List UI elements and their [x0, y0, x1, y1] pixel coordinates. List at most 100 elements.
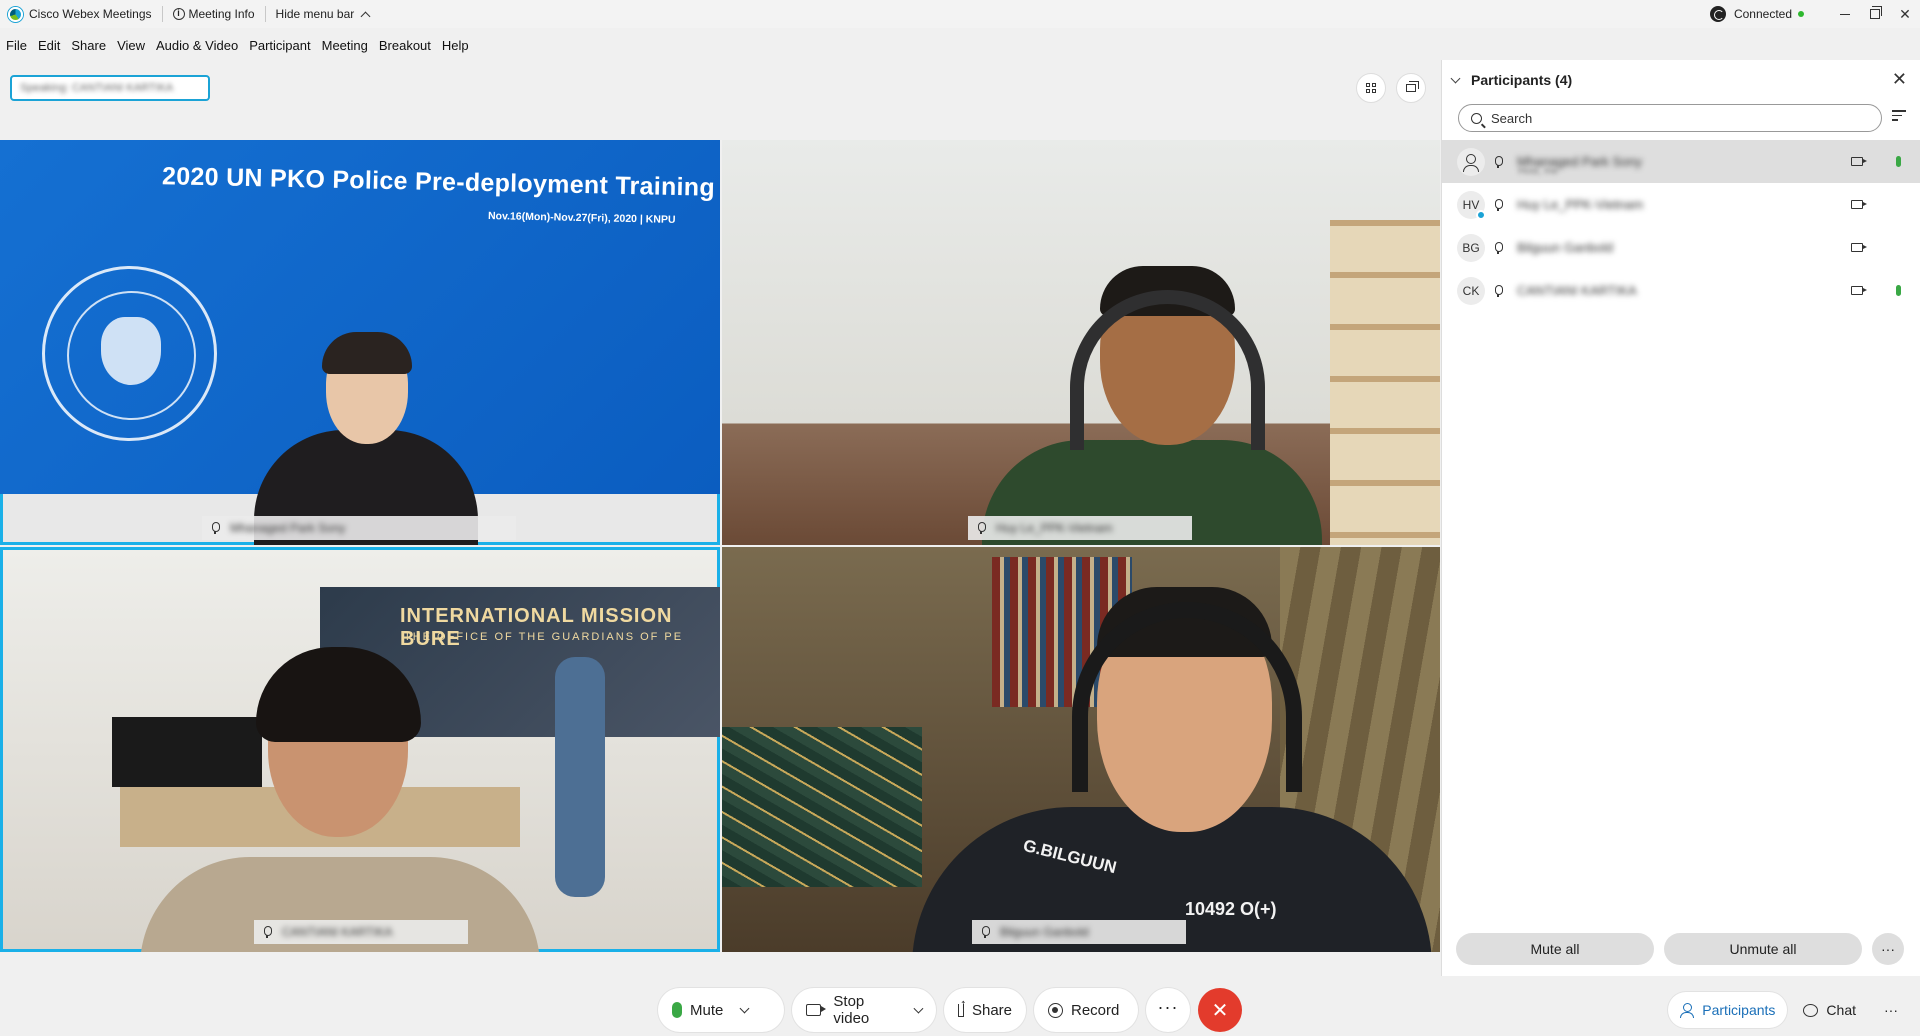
video-icon	[1851, 157, 1867, 166]
menu-help[interactable]: Help	[442, 38, 469, 53]
menu-meeting[interactable]: Meeting	[322, 38, 368, 53]
tab-chat-label: Chat	[1826, 1002, 1856, 1018]
record-button[interactable]: Record	[1034, 988, 1138, 1032]
record-label: Record	[1071, 1001, 1120, 1019]
close-window-button[interactable]: ✕	[1890, 0, 1920, 28]
avatar: CK	[1457, 276, 1485, 305]
end-meeting-button[interactable]: ✕	[1198, 988, 1242, 1032]
stop-video-button[interactable]: Stop video	[792, 988, 936, 1032]
microphone-icon	[672, 1002, 682, 1018]
menu-share[interactable]: Share	[71, 38, 106, 53]
meeting-controls: Mute Stop video Share Record ··· ✕	[658, 988, 1242, 1032]
webex-logo-icon	[8, 6, 23, 22]
camera-icon	[806, 1004, 827, 1016]
video-tile-2[interactable]: Huy Le_PPK-Vietnam	[722, 140, 1440, 545]
participants-header[interactable]: Participants (4) ✕	[1442, 60, 1920, 100]
wall-sign-subtext: THE OFFICE OF THE GUARDIANS OF PE	[404, 631, 684, 643]
search-icon	[1471, 112, 1482, 124]
chevron-down-icon[interactable]	[739, 1003, 750, 1013]
hide-menu-bar-button[interactable]: Hide menu bar	[275, 7, 371, 21]
share-button[interactable]: Share	[944, 988, 1026, 1032]
mute-all-button[interactable]: Mute all	[1456, 933, 1654, 965]
participants-title: Participants (4)	[1471, 72, 1573, 88]
close-panel-button[interactable]: ✕	[1892, 69, 1907, 90]
headset	[1070, 290, 1265, 450]
record-icon	[1048, 1002, 1063, 1018]
avatar-initials: CK	[1462, 283, 1480, 298]
avatar	[1457, 147, 1485, 176]
tab-chat[interactable]: Chat	[1791, 992, 1868, 1028]
mic-icon	[1493, 241, 1503, 254]
layout-grid-button[interactable]	[1356, 73, 1386, 103]
avatar: BG	[1457, 233, 1485, 262]
menu-edit[interactable]: Edit	[38, 38, 60, 53]
participant-name: Huy Le_PPK-Vietnam	[996, 521, 1113, 535]
video-tile-1[interactable]: 2020 UN PKO Police Pre-deployment Traini…	[0, 140, 720, 545]
active-mic-icon	[1896, 285, 1901, 296]
popout-button[interactable]	[1396, 73, 1426, 103]
chevron-down-icon[interactable]	[1450, 73, 1461, 83]
participant-row[interactable]: Mhanaged Park Sony Host, me	[1442, 140, 1920, 183]
video-tile-3[interactable]: INTERNATIONAL MISSION BURE THE OFFICE OF…	[0, 547, 720, 952]
stop-video-label: Stop video	[833, 993, 870, 1027]
menu-audio-video[interactable]: Audio & Video	[156, 38, 238, 53]
participant-name-tag: CANTIANI KARTIKA	[254, 920, 468, 944]
more-panels-button[interactable]: ···	[1872, 992, 1910, 1028]
bed	[722, 727, 922, 887]
monitor	[112, 717, 262, 787]
title-bar: Cisco Webex Meetings i Meeting Info Hide…	[0, 0, 1920, 28]
participant-row[interactable]: HV Huy Le_PPK-Vietnam	[1442, 183, 1920, 226]
participant-list: Mhanaged Park Sony Host, me HV Huy Le_PP…	[1442, 140, 1920, 312]
mic-icon	[262, 926, 272, 938]
close-icon: ✕	[1899, 5, 1911, 22]
video-icon	[1851, 286, 1867, 295]
participant-name-tag: Mhanaged Park Sony	[202, 516, 516, 540]
tab-participants[interactable]: Participants	[1668, 992, 1788, 1028]
menu-view[interactable]: View	[117, 38, 145, 53]
panel-tabs: Participants Chat ···	[1668, 990, 1920, 1030]
participant-name: Bilguun Ganbold	[1517, 240, 1614, 255]
mic-icon	[1493, 155, 1503, 168]
menu-participant[interactable]: Participant	[249, 38, 310, 53]
uniform-badge-number: 10492 O(+)	[1185, 899, 1277, 919]
mute-label: Mute	[690, 1001, 724, 1019]
mic-icon	[1493, 284, 1503, 297]
participant-search[interactable]	[1458, 104, 1882, 132]
mic-icon	[210, 522, 220, 534]
minimize-button[interactable]	[1830, 0, 1860, 28]
grid-icon	[1366, 83, 1376, 93]
more-options-button[interactable]: ···	[1872, 933, 1904, 965]
menu-breakout[interactable]: Breakout	[379, 38, 431, 53]
chevron-up-icon	[360, 11, 371, 21]
participant-row[interactable]: BG Bilguun Ganbold	[1442, 226, 1920, 269]
mute-button[interactable]: Mute	[658, 988, 784, 1032]
avatar-initials: BG	[1462, 240, 1480, 255]
share-label: Share	[971, 1001, 1012, 1019]
more-icon: ···	[1884, 1002, 1898, 1018]
meeting-info-label: Meeting Info	[188, 7, 255, 21]
participant-name: Huy Le_PPK-Vietnam	[1517, 197, 1644, 212]
restore-button[interactable]	[1860, 0, 1890, 28]
connection-status: Connected	[1733, 7, 1792, 21]
video-icon	[1851, 243, 1867, 252]
hide-menu-label: Hide menu bar	[275, 7, 355, 21]
participant-name: CANTIANI KARTIKA	[1517, 283, 1637, 298]
wall-sign-text: INTERNATIONAL MISSION BURE	[400, 605, 673, 650]
participant-role: Host, me	[1518, 166, 1559, 177]
minimize-icon	[1840, 13, 1850, 15]
search-input[interactable]	[1491, 110, 1871, 126]
sort-icon[interactable]	[1892, 110, 1906, 124]
restore-icon	[1870, 6, 1882, 19]
background-person	[555, 657, 605, 897]
participant-row[interactable]: CK CANTIANI KARTIKA	[1442, 269, 1920, 312]
more-options-button[interactable]: ···	[1146, 988, 1190, 1032]
chevron-down-icon[interactable]	[913, 1003, 924, 1013]
participant-name-tag: Huy Le_PPK-Vietnam	[968, 516, 1192, 540]
mic-icon	[1493, 198, 1503, 211]
menu-file[interactable]: File	[6, 38, 27, 53]
video-tile-4[interactable]: G.BILGUUN 10492 O(+) Bilguun Ganbold	[722, 547, 1440, 952]
meeting-info-button[interactable]: i Meeting Info	[172, 7, 255, 21]
divider	[161, 6, 163, 22]
unmute-all-button[interactable]: Unmute all	[1664, 933, 1862, 965]
participant-name-tag: Bilguun Ganbold	[972, 920, 1186, 944]
